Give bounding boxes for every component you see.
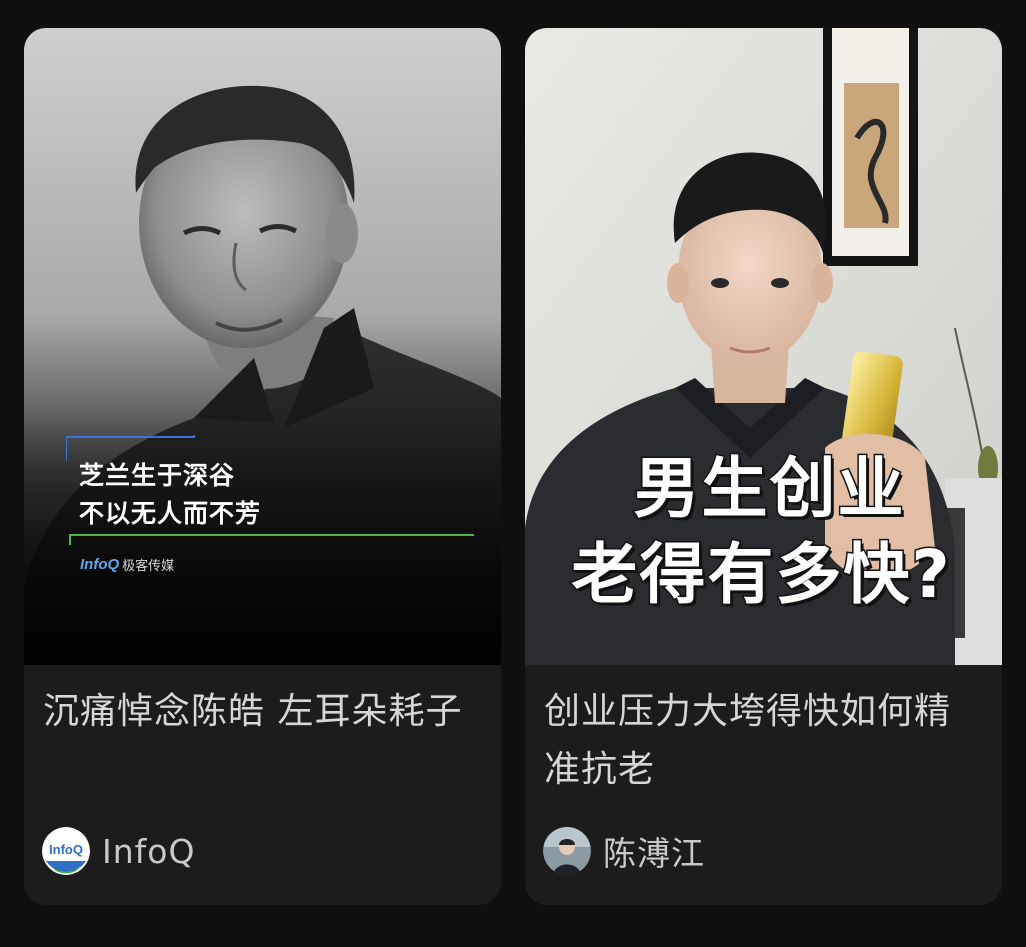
author-row[interactable]: InfoQ InfoQ <box>42 825 195 877</box>
cover-quote-line-1: 芝兰生于深谷 <box>79 461 236 490</box>
video-feed-grid: 芝兰生于深谷 不以无人而不芳 InfoQ 极客传媒 沉痛悼念陈皓 左耳朵耗子 I… <box>0 0 1026 947</box>
author-name[interactable]: InfoQ <box>102 832 195 871</box>
video-cover[interactable]: 芝兰生于深谷 不以无人而不芳 InfoQ 极客传媒 <box>24 28 501 665</box>
infoq-brand-mark: InfoQ 极客传媒 <box>80 555 174 574</box>
brand-media-text: 极客传媒 <box>122 559 175 574</box>
author-name[interactable]: 陈溥江 <box>603 827 705 875</box>
cover-caption-line-1: 男生创业 <box>632 449 906 529</box>
video-title[interactable]: 沉痛悼念陈皓 左耳朵耗子 <box>43 683 483 741</box>
video-card[interactable]: 男生创业 老得有多快? 创业压力大垮得快如何精准抗老 陈溥江 <box>525 28 1002 905</box>
video-card[interactable]: 芝兰生于深谷 不以无人而不芳 InfoQ 极客传媒 沉痛悼念陈皓 左耳朵耗子 I… <box>24 28 501 905</box>
person-avatar-icon[interactable] <box>543 827 591 875</box>
video-title[interactable]: 创业压力大垮得快如何精准抗老 <box>544 683 984 799</box>
cover-quote-line-2: 不以无人而不芳 <box>79 499 262 528</box>
cover-caption-line-2: 老得有多快? <box>570 535 952 615</box>
infoq-avatar-icon[interactable]: InfoQ <box>42 827 90 875</box>
infoq-logo-text: InfoQ <box>80 556 120 573</box>
avatar-logo-text: InfoQ <box>49 842 83 857</box>
author-row[interactable]: 陈溥江 <box>543 825 705 877</box>
video-cover[interactable]: 男生创业 老得有多快? <box>525 28 1002 665</box>
